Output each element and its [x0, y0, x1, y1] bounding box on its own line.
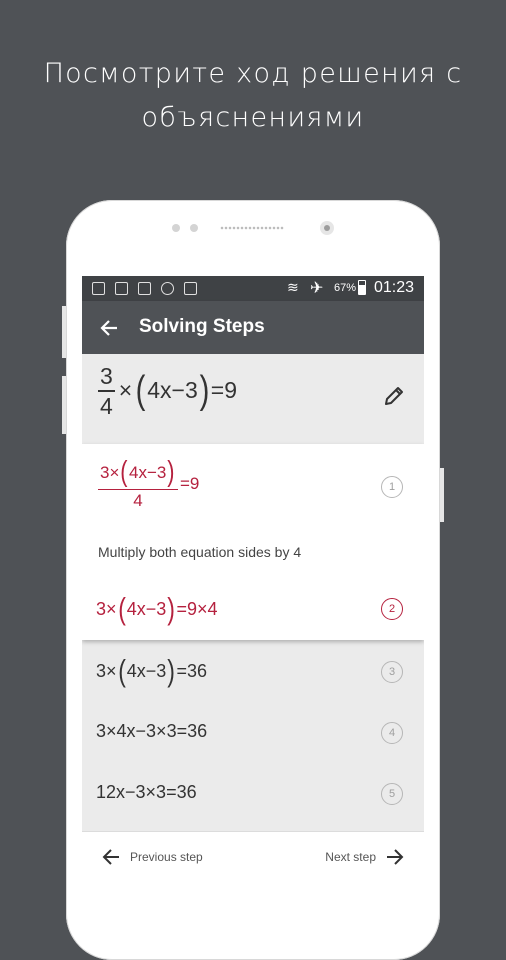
right-paren: ) — [199, 369, 210, 413]
power-button — [440, 468, 444, 522]
arrow-right-icon — [387, 849, 404, 865]
step-2-prefix: 3× — [96, 598, 117, 619]
app-bar: Solving Steps — [82, 301, 424, 354]
previous-step-button[interactable]: Previous step — [102, 848, 203, 866]
step-1-fraction: 3× ( 4x−3 ) 4 — [98, 458, 178, 510]
equals-sign: = — [210, 377, 225, 404]
status-bar: ≋ ✈ 67% 01:23 — [82, 276, 424, 301]
right-paren: ) — [167, 592, 176, 626]
step-2-expression[interactable]: 3× ( 4x−3 ) =9×4 — [96, 594, 218, 625]
step-3-paren-inner: 4x−3 — [126, 660, 167, 681]
input-equation[interactable]: 3 4 × ( 4x−3 ) = 9 — [96, 364, 237, 418]
step-1-paren-inner: 4x−3 — [129, 462, 167, 482]
right-paren: ) — [167, 456, 175, 488]
next-step-label: Next step — [325, 850, 376, 864]
notification-icon — [92, 282, 105, 295]
paren-inner-expression: 4x−3 — [147, 377, 198, 404]
step-1-denominator: 4 — [133, 491, 143, 511]
status-time: 01:23 — [374, 279, 415, 296]
step-2-rest: =9×4 — [176, 598, 218, 619]
step-4-expression[interactable]: 3×4x−3×3=36 — [96, 721, 207, 742]
equation-fraction: 3 4 — [98, 364, 115, 418]
speaker-grille — [220, 226, 284, 230]
step-5-expression[interactable]: 12x−3×3=36 — [96, 782, 197, 803]
promo-headline-line-1: Посмотрите ход решения с — [43, 58, 463, 89]
fraction-bar — [98, 488, 178, 491]
step-1-numerator: 3× ( 4x−3 ) — [98, 458, 178, 487]
promo-headline: Посмотрите ход решения с объяснениями — [0, 52, 506, 140]
page-title: Solving Steps — [139, 316, 265, 337]
right-paren: ) — [167, 654, 176, 688]
edit-button[interactable] — [382, 384, 410, 412]
task-icon — [184, 282, 197, 295]
current-step-card: 3× ( 4x−3 ) 4 =9 1 Multiply both equatio… — [82, 444, 424, 640]
image-icon — [115, 282, 128, 295]
previous-step-label: Previous step — [130, 850, 203, 864]
next-step-button[interactable]: Next step — [325, 848, 404, 866]
step-2-paren-inner: 4x−3 — [126, 598, 167, 619]
fraction-numerator: 3 — [100, 363, 113, 389]
step-number-badge-4[interactable]: 4 — [381, 722, 403, 744]
step-navigation-bar: Previous step Next step — [82, 831, 424, 886]
sync-icon — [161, 282, 174, 295]
fraction-denominator: 4 — [100, 392, 113, 419]
mail-icon — [138, 282, 151, 295]
left-paren: ( — [117, 654, 126, 688]
back-button[interactable] — [92, 311, 126, 345]
left-paren: ( — [120, 456, 128, 488]
pencil-icon — [385, 387, 403, 405]
sensor-dot — [172, 224, 180, 232]
step-number-badge-2[interactable]: 2 — [381, 598, 403, 620]
promo-headline-line-2: объяснениями — [141, 102, 365, 133]
volume-button — [62, 376, 66, 434]
step-number-badge-3[interactable]: 3 — [381, 661, 403, 683]
battery-percent: 67% — [334, 282, 357, 294]
left-paren: ( — [135, 369, 146, 413]
step-1-expression[interactable]: 3× ( 4x−3 ) 4 =9 — [96, 458, 199, 510]
step-3-rest: =36 — [176, 660, 208, 681]
wifi-icon: ≋ — [287, 279, 299, 295]
step-explanation: Multiply both equation sides by 4 — [98, 544, 302, 560]
times-sign: × — [118, 377, 133, 404]
sensor-dot — [190, 224, 198, 232]
arrow-back-icon — [100, 320, 117, 336]
battery-icon — [358, 280, 366, 295]
step-1-rest: =9 — [179, 474, 200, 494]
step-3-prefix: 3× — [96, 660, 117, 681]
left-paren: ( — [117, 592, 126, 626]
phone-screen: ≋ ✈ 67% 01:23 Solving Steps 3 4 × ( 4x−3… — [82, 276, 424, 886]
airplane-icon: ✈ — [310, 280, 324, 297]
arrow-left-icon — [102, 849, 119, 865]
step-number-badge-5[interactable]: 5 — [381, 783, 403, 805]
equation-input-area: 3 4 × ( 4x−3 ) = 9 — [82, 354, 424, 444]
equation-rhs: 9 — [224, 377, 238, 404]
front-camera — [320, 221, 334, 235]
fraction-bar — [98, 390, 115, 392]
volume-button — [62, 306, 66, 358]
step-number-badge-1[interactable]: 1 — [381, 476, 403, 498]
step-1-num-prefix: 3× — [100, 462, 120, 482]
step-3-expression[interactable]: 3× ( 4x−3 ) =36 — [96, 656, 207, 687]
